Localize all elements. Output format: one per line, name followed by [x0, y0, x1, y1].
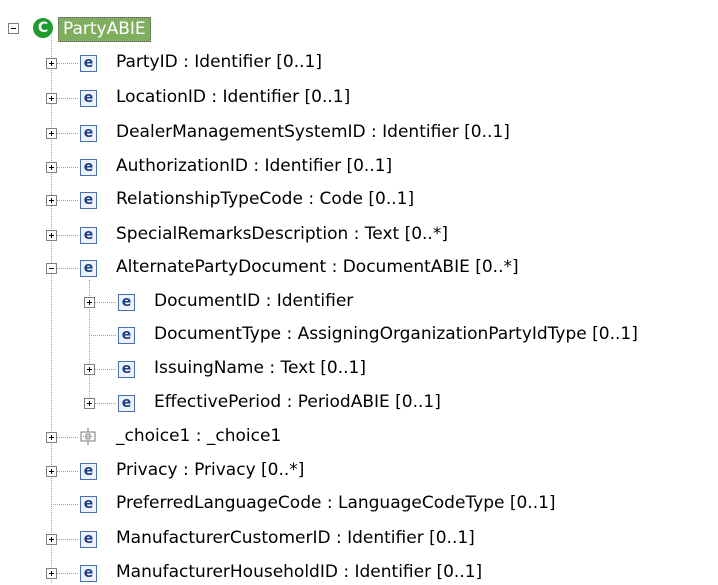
tree-connector [56, 63, 78, 64]
element-e-icon: e [80, 192, 97, 209]
expand-toggle[interactable] [84, 297, 95, 308]
tree-item-documenttype[interactable]: DocumentType : AssigningOrganizationPart… [154, 324, 638, 344]
expand-toggle[interactable] [84, 398, 95, 409]
tree-item-issuingname[interactable]: IssuingName : Text [0..1] [154, 358, 366, 378]
expand-toggle[interactable] [46, 432, 57, 443]
tree-root-label[interactable]: PartyABIE [58, 17, 151, 42]
tree-connector [56, 98, 78, 99]
element-e-icon: e [118, 294, 135, 311]
tree-item-documentid[interactable]: DocumentID : Identifier [154, 291, 353, 311]
tree-connector [56, 235, 78, 236]
tree-connector [56, 471, 78, 472]
element-e-icon: e [80, 55, 97, 72]
expand-toggle[interactable] [46, 93, 57, 104]
tree-item-authorizationid[interactable]: AuthorizationID : Identifier [0..1] [116, 156, 392, 176]
expand-toggle[interactable] [46, 162, 57, 173]
tree-item-specialremarksdescription[interactable]: SpecialRemarksDescription : Text [0..*] [116, 224, 448, 244]
tree-connector [56, 167, 78, 168]
expand-toggle[interactable] [46, 195, 57, 206]
tree-item-manufacturercustomerid[interactable]: ManufacturerCustomerID : Identifier [0..… [116, 528, 475, 548]
tree-item-relationshiptypecode[interactable]: RelationshipTypeCode : Code [0..1] [116, 189, 414, 209]
element-e-icon: e [118, 361, 135, 378]
element-e-icon: e [80, 159, 97, 176]
element-e-icon: e [118, 395, 135, 412]
tree-connector [56, 437, 78, 438]
tree-item-privacy[interactable]: Privacy : Privacy [0..*] [116, 460, 304, 480]
choice-icon [80, 428, 96, 445]
tree-item-choice1[interactable]: _choice1 : _choice1 [116, 426, 281, 446]
tree-item-dealermanagementsystemid[interactable]: DealerManagementSystemID : Identifier [0… [116, 122, 510, 142]
expand-toggle[interactable] [46, 230, 57, 241]
expand-toggle[interactable] [46, 128, 57, 139]
tree-item-alternatepartydocument[interactable]: AlternatePartyDocument : DocumentABIE [0… [116, 257, 519, 277]
tree-item-locationid[interactable]: LocationID : Identifier [0..1] [116, 87, 350, 107]
tree-connector [94, 369, 116, 370]
element-e-icon: e [80, 463, 97, 480]
expand-toggle[interactable] [84, 364, 95, 375]
schema-tree: C PartyABIE e PartyID : Identifier [0..1… [0, 0, 718, 585]
expand-toggle[interactable] [46, 58, 57, 69]
element-e-icon: e [80, 90, 97, 107]
tree-connector [89, 335, 116, 336]
tree-item-partyid[interactable]: PartyID : Identifier [0..1] [116, 52, 322, 72]
tree-connector [56, 268, 78, 269]
element-e-icon: e [80, 496, 97, 513]
element-e-icon: e [118, 327, 135, 344]
element-e-icon: e [80, 125, 97, 142]
expand-toggle[interactable] [46, 534, 57, 545]
tree-item-effectiveperiod[interactable]: EffectivePeriod : PeriodABIE [0..1] [154, 392, 441, 412]
tree-connector [56, 539, 78, 540]
collapse-toggle-root[interactable] [8, 23, 19, 34]
tree-connector [94, 302, 116, 303]
element-e-icon: e [80, 565, 97, 582]
element-e-icon: e [80, 260, 97, 277]
tree-item-preferredlanguagecode[interactable]: PreferredLanguageCode : LanguageCodeType… [116, 493, 556, 513]
tree-connector [51, 504, 78, 505]
element-e-icon: e [80, 227, 97, 244]
tree-connector [56, 573, 78, 574]
expand-toggle[interactable] [46, 568, 57, 579]
tree-item-manufacturerhouseholdid[interactable]: ManufacturerHouseholdID : Identifier [0.… [116, 562, 482, 582]
expand-toggle[interactable] [46, 466, 57, 477]
complex-type-c-icon: C [33, 18, 53, 38]
collapse-toggle[interactable] [46, 263, 57, 274]
tree-connector [56, 200, 78, 201]
tree-connector [56, 133, 78, 134]
tree-connector [94, 403, 116, 404]
element-e-icon: e [80, 531, 97, 548]
tree-guide-line [51, 36, 52, 583]
